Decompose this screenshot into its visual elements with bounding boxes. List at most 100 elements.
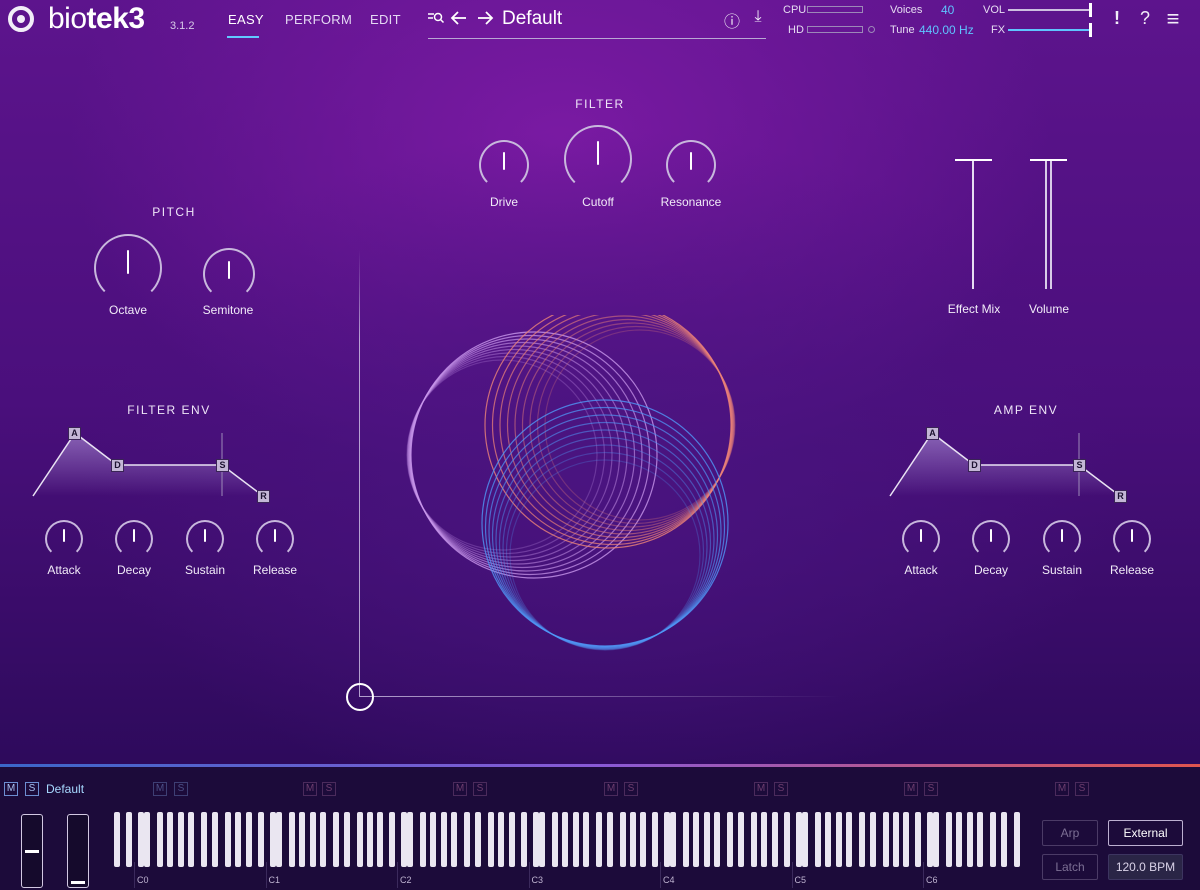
preset-search-icon[interactable]: [427, 10, 445, 26]
previous-preset-arrow-icon[interactable]: [450, 10, 468, 26]
filter-env-sustain-node[interactable]: S: [216, 459, 229, 472]
volume-label: Volume: [1028, 302, 1070, 316]
amp-attack-knob[interactable]: [902, 520, 940, 558]
xy-pad-x-axis: [360, 696, 840, 697]
drive-knob[interactable]: [479, 140, 529, 190]
filter-env-attack-node[interactable]: A: [68, 427, 81, 440]
amp-env-attack-node[interactable]: A: [926, 427, 939, 440]
drive-label: Drive: [489, 195, 518, 209]
layer6-mute-button[interactable]: M: [754, 782, 768, 796]
layer5-mute-button[interactable]: M: [604, 782, 618, 796]
layer4-solo-button[interactable]: S: [473, 782, 487, 796]
filter-section-title: FILTER: [575, 97, 625, 111]
effect-mix-slider[interactable]: [972, 161, 974, 289]
cpu-label: CPU: [783, 4, 807, 16]
filter-attack-label: Attack: [47, 563, 81, 577]
filter-release-label: Release: [252, 563, 298, 577]
xy-pad-handle[interactable]: [346, 683, 374, 711]
fx-slider-fill: [1008, 29, 1091, 31]
layer8-mute-button[interactable]: M: [1055, 782, 1069, 796]
tune-value[interactable]: 440.00 Hz: [919, 23, 974, 37]
layer7-solo-button[interactable]: S: [924, 782, 938, 796]
tune-label: Tune: [890, 24, 915, 36]
fx-slider-handle[interactable]: [1089, 23, 1092, 37]
info-icon[interactable]: ⓘ: [722, 8, 742, 32]
layer-name[interactable]: Default: [46, 782, 84, 796]
vol-label: VOL: [983, 4, 1006, 16]
voices-value[interactable]: 40: [941, 3, 954, 17]
layer4-mute-button[interactable]: M: [453, 782, 467, 796]
filter-env-title: FILTER ENV: [127, 403, 211, 417]
xy-pad-y-axis: [359, 250, 360, 697]
pitch-wheel[interactable]: [21, 814, 43, 888]
layer8-solo-button[interactable]: S: [1075, 782, 1089, 796]
layer-mute-button[interactable]: M: [4, 782, 18, 796]
layer7-mute-button[interactable]: M: [904, 782, 918, 796]
layer6-solo-button[interactable]: S: [774, 782, 788, 796]
bpm-display[interactable]: 120.0 BPM: [1108, 854, 1183, 880]
semitone-label: Semitone: [202, 303, 254, 317]
amp-release-knob[interactable]: [1113, 520, 1151, 558]
fx-label: FX: [991, 24, 1006, 36]
tab-easy[interactable]: EASY: [228, 12, 264, 27]
help-icon[interactable]: ?: [1136, 8, 1154, 29]
layer-color-strip: [0, 764, 1200, 767]
cutoff-label: Cutoff: [582, 195, 614, 209]
amp-sustain-label: Sustain: [1041, 563, 1083, 577]
menu-icon[interactable]: ≡: [1163, 6, 1183, 32]
latch-button[interactable]: Latch: [1042, 854, 1098, 880]
amp-env-sustain-node[interactable]: S: [1073, 459, 1086, 472]
sound-visualizer-rings: [406, 315, 736, 651]
logo-icon: [8, 6, 34, 32]
hd-meter: [807, 26, 863, 33]
resonance-knob[interactable]: [666, 140, 716, 190]
layer5-solo-button[interactable]: S: [624, 782, 638, 796]
amp-sustain-knob[interactable]: [1043, 520, 1081, 558]
layer2-solo-button[interactable]: S: [174, 782, 188, 796]
filter-attack-knob[interactable]: [45, 520, 83, 558]
vol-slider[interactable]: [1008, 9, 1092, 11]
amp-env-graph[interactable]: [887, 425, 1137, 505]
layer2-mute-button[interactable]: M: [153, 782, 167, 796]
amp-attack-label: Attack: [904, 563, 938, 577]
filter-release-knob[interactable]: [256, 520, 294, 558]
semitone-knob[interactable]: [203, 248, 255, 300]
app-logo: biotek3: [48, 2, 145, 35]
app-version: 3.1.2: [170, 20, 195, 32]
filter-env-release-node[interactable]: R: [257, 490, 270, 503]
vol-slider-handle[interactable]: [1089, 3, 1092, 17]
volume-slider[interactable]: [1045, 161, 1052, 289]
filter-sustain-knob[interactable]: [186, 520, 224, 558]
amp-decay-label: Decay: [973, 563, 1008, 577]
external-sync-button[interactable]: External: [1108, 820, 1183, 846]
effect-mix-label: Effect Mix: [947, 302, 1001, 316]
next-preset-arrow-icon[interactable]: [476, 10, 494, 26]
layer3-solo-button[interactable]: S: [322, 782, 336, 796]
voices-label: Voices: [890, 4, 923, 16]
hd-indicator-icon: [868, 26, 875, 33]
filter-env-decay-node[interactable]: D: [111, 459, 124, 472]
tab-perform[interactable]: PERFORM: [285, 12, 352, 27]
alert-icon[interactable]: !: [1108, 8, 1126, 29]
octave-knob[interactable]: [94, 234, 162, 302]
pitch-section-title: PITCH: [152, 205, 196, 219]
amp-release-label: Release: [1109, 563, 1155, 577]
resonance-label: Resonance: [660, 195, 722, 209]
amp-decay-knob[interactable]: [972, 520, 1010, 558]
amp-env-decay-node[interactable]: D: [968, 459, 981, 472]
mod-wheel[interactable]: [67, 814, 89, 888]
cutoff-knob[interactable]: [564, 125, 632, 193]
tab-edit[interactable]: EDIT: [370, 12, 401, 27]
visualizer-ring-1-0: [544, 329, 736, 521]
fx-slider[interactable]: [1008, 29, 1092, 31]
amp-env-release-node[interactable]: R: [1114, 490, 1127, 503]
layer3-mute-button[interactable]: M: [303, 782, 317, 796]
cpu-meter: [807, 6, 863, 13]
arp-button[interactable]: Arp: [1042, 820, 1098, 846]
download-icon[interactable]: ⤓: [748, 8, 768, 26]
hd-label: HD: [788, 24, 804, 36]
filter-decay-knob[interactable]: [115, 520, 153, 558]
preset-name[interactable]: Default: [502, 8, 562, 30]
layer-solo-button[interactable]: S: [25, 782, 39, 796]
active-tab-indicator: [227, 36, 259, 38]
